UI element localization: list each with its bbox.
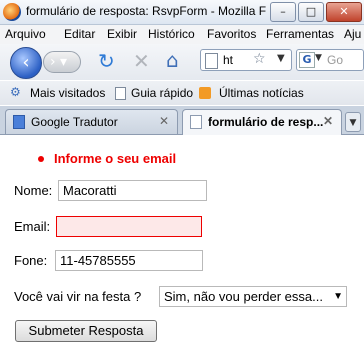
menu-ajuda[interactable]: Aju: [344, 27, 361, 41]
page-icon: [205, 53, 218, 69]
menu-editar[interactable]: Editar: [64, 27, 95, 41]
chevron-down-icon[interactable]: ▼: [315, 53, 322, 63]
menu-bar: Arquivo Editar Exibir Histórico Favorito…: [0, 25, 364, 44]
page-icon: [190, 115, 202, 129]
url-text: ht: [223, 53, 234, 67]
nome-field[interactable]: Macoratti: [58, 180, 207, 201]
fone-field[interactable]: 11-45785555: [55, 250, 203, 271]
chevron-down-icon[interactable]: ▼: [333, 291, 343, 302]
bookmark-guia-rapido[interactable]: Guia rápido: [131, 86, 193, 100]
maximize-button[interactable]: □: [298, 2, 324, 22]
rss-feed-icon: [199, 87, 211, 99]
search-input[interactable]: Go: [327, 53, 343, 67]
bookmark-ultimas-noticias[interactable]: Últimas notícias: [219, 86, 304, 100]
validation-error-message: Informe o seu email: [54, 151, 177, 166]
error-bullet: [38, 156, 44, 162]
tab-label: formulário de resp...: [208, 115, 324, 129]
minimize-button[interactable]: –: [270, 2, 296, 22]
tab-google-tradutor[interactable]: Google Tradutor ✕: [5, 109, 178, 134]
google-tradutor-icon: [13, 115, 25, 129]
menu-arquivo[interactable]: Arquivo: [5, 27, 46, 41]
festa-label: Você vai vir na festa ?: [14, 289, 142, 304]
stop-icon[interactable]: ✕: [133, 49, 150, 73]
nome-label: Nome:: [14, 183, 53, 198]
menu-exibir[interactable]: Exibir: [107, 27, 137, 41]
bookmark-star-icon[interactable]: ☆: [253, 51, 266, 67]
window-title: formulário de resposta: RsvpForm - Mozil…: [26, 4, 266, 18]
email-label: Email:: [14, 219, 51, 234]
page-icon: [115, 87, 126, 100]
menu-ferramentas[interactable]: Ferramentas: [266, 27, 334, 41]
close-icon[interactable]: ✕: [159, 114, 169, 128]
home-icon[interactable]: ⌂: [166, 48, 179, 72]
menu-historico[interactable]: Histórico: [148, 27, 195, 41]
firefox-logo-icon: [3, 3, 21, 21]
chevron-down-icon[interactable]: ▼: [277, 53, 285, 64]
google-icon[interactable]: G: [299, 52, 315, 68]
submit-button[interactable]: Submeter Resposta: [15, 320, 157, 342]
reload-icon[interactable]: ↻: [98, 49, 115, 73]
forward-button[interactable]: › ▾: [43, 51, 81, 73]
festa-select[interactable]: Sim, não vou perder essa.... ▼: [159, 286, 347, 307]
gear-icon: ⚙: [10, 85, 21, 99]
bookmark-mais-visitados[interactable]: Mais visitados: [30, 86, 105, 100]
url-bar[interactable]: ht ☆ ▼: [200, 49, 292, 71]
search-bar[interactable]: G ▼ Go: [296, 49, 364, 71]
tab-formulario[interactable]: formulário de resp... ✕: [182, 109, 342, 135]
menu-favoritos[interactable]: Favoritos: [207, 27, 256, 41]
fone-label: Fone:: [14, 253, 48, 268]
bookmarks-bar: ⚙ Mais visitados Guia rápido Últimas not…: [0, 81, 364, 105]
close-window-button[interactable]: ✕: [326, 2, 362, 22]
back-button[interactable]: ‹: [10, 47, 42, 79]
close-icon[interactable]: ✕: [323, 114, 333, 128]
festa-selected-value: Sim, não vou perder essa....: [164, 289, 324, 304]
email-field[interactable]: [56, 216, 202, 237]
tab-list-button[interactable]: ▼: [345, 112, 361, 132]
tab-label: Google Tradutor: [31, 115, 118, 129]
